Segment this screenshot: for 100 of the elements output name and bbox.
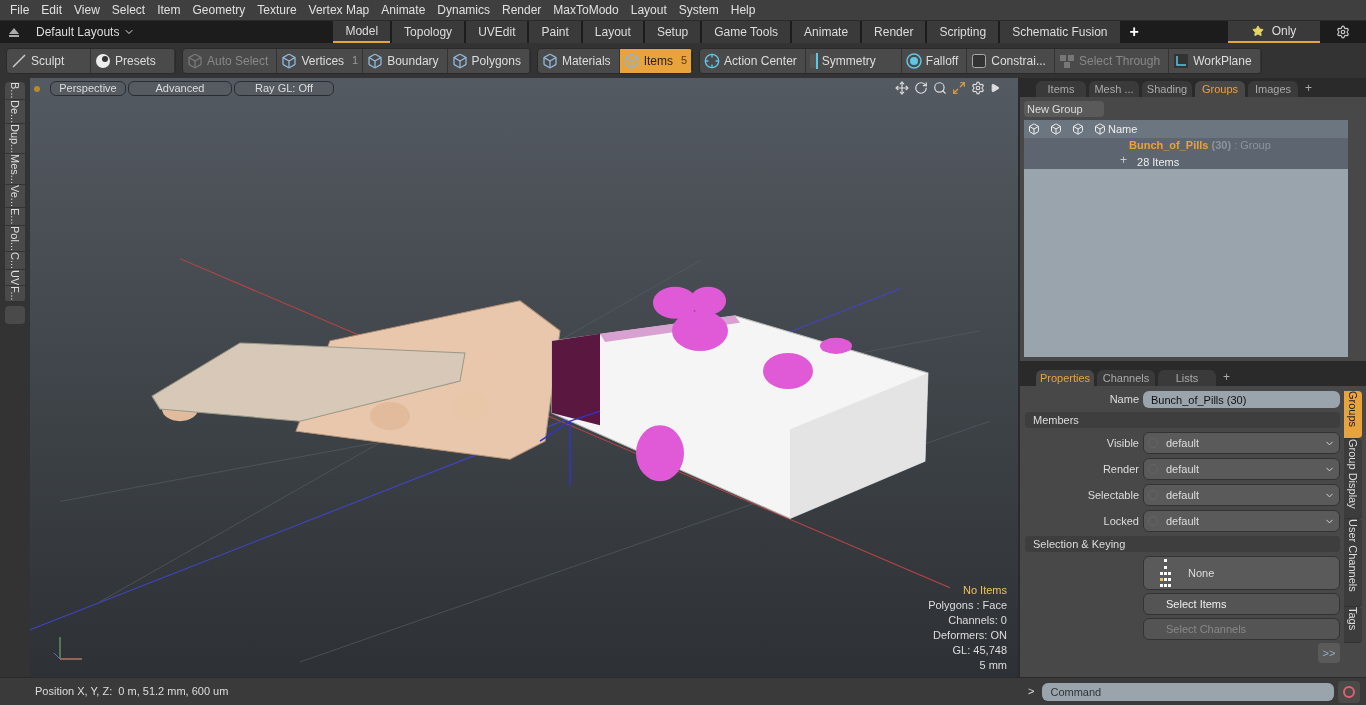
cube-icon <box>623 52 640 69</box>
dropdown[interactable]: default <box>1143 484 1340 506</box>
layout-tab[interactable]: Scripting <box>927 21 999 43</box>
play-icon[interactable] <box>990 83 1000 93</box>
layout-tab[interactable]: Layout <box>582 21 643 43</box>
section-header[interactable]: Members <box>1025 412 1340 428</box>
side-tab[interactable]: Tags <box>1344 607 1362 643</box>
field-label: Visible <box>1105 435 1139 451</box>
add-tab-button[interactable]: + <box>1301 79 1316 97</box>
layout-tab[interactable]: Schematic Fusion <box>1000 21 1120 43</box>
toolbar-button[interactable]: Constrai... <box>967 48 1055 73</box>
menu-item[interactable]: MaxToModo <box>547 1 625 19</box>
toolbar-button[interactable]: Materials <box>537 48 620 73</box>
toolbar-button[interactable]: Vertices 1 <box>277 48 364 73</box>
toolbar-button[interactable]: Sculpt <box>7 48 91 73</box>
layout-tab[interactable]: Animate <box>792 21 861 43</box>
side-tab[interactable]: Pol... <box>5 225 25 252</box>
side-tab[interactable]: Ve... <box>5 185 25 209</box>
panel-tab[interactable]: Shading <box>1142 81 1192 97</box>
layout-tab[interactable]: Setup <box>644 21 701 43</box>
layout-tab[interactable]: UVEdit <box>466 21 528 43</box>
panel-tab[interactable]: Groups <box>1195 81 1245 97</box>
panel-tab[interactable]: Channels <box>1097 370 1155 386</box>
record-button[interactable] <box>1338 680 1361 703</box>
add-tab-button[interactable]: + <box>1121 21 1147 43</box>
search-icon[interactable] <box>933 81 947 95</box>
layout-dropdown[interactable]: Default Layouts <box>36 23 136 41</box>
side-tab[interactable]: Group Display <box>1344 439 1362 519</box>
toolbar-button[interactable]: Presets <box>91 48 175 73</box>
side-tab[interactable]: F... <box>5 286 25 302</box>
dropdown[interactable]: default <box>1143 432 1340 454</box>
section-header[interactable]: Selection & Keying <box>1025 536 1340 552</box>
side-tab[interactable]: De... <box>5 99 25 124</box>
panel-tab[interactable]: Properties <box>1036 370 1094 386</box>
panel-tab[interactable]: Items <box>1036 81 1086 97</box>
command-field[interactable]: Command <box>1042 682 1335 701</box>
layout-tab[interactable]: Game Tools <box>702 21 791 43</box>
viewport-button[interactable]: Ray GL: Off <box>234 81 334 96</box>
expand-icon[interactable] <box>952 81 966 95</box>
only-button[interactable]: Only <box>1228 21 1320 43</box>
workplane-icon <box>1173 52 1190 69</box>
toolbar-button[interactable]: Action Center <box>700 48 806 73</box>
side-tab[interactable]: Groups <box>1344 391 1362 439</box>
action-button[interactable]: Select Items <box>1143 593 1340 615</box>
menu-item[interactable]: Vertex Map <box>302 1 376 19</box>
dropdown[interactable]: default <box>1143 510 1340 532</box>
add-tab-button[interactable]: + <box>1219 368 1234 386</box>
sphere-icon <box>95 52 111 69</box>
target-icon <box>905 52 922 69</box>
toolbar-button[interactable]: WorkPlane <box>1169 48 1261 73</box>
menu-item[interactable]: Edit <box>35 1 69 19</box>
star-icon <box>1251 25 1264 37</box>
viewport-stat: No Items <box>963 583 1007 598</box>
menu-item[interactable]: Select <box>105 1 152 19</box>
layout-tab[interactable]: Paint <box>529 21 581 43</box>
toolbar-button[interactable]: Symmetry <box>805 48 902 73</box>
layout-tab[interactable]: Model <box>333 21 391 43</box>
side-tab[interactable]: UV <box>5 269 25 287</box>
menu-item[interactable]: Animate <box>375 1 432 19</box>
panel-tab[interactable]: Images <box>1248 81 1298 97</box>
toolbar-button[interactable]: Boundary <box>363 48 448 73</box>
menu-item[interactable]: Render <box>496 1 548 19</box>
menu-item[interactable]: View <box>68 1 106 19</box>
new-group-button[interactable]: New Group <box>1024 101 1104 117</box>
viewport-button[interactable]: Perspective <box>50 81 126 96</box>
layout-tab[interactable]: Topology <box>392 21 465 43</box>
menu-item[interactable]: Texture <box>251 1 303 19</box>
menu-item[interactable]: Item <box>151 1 187 19</box>
dropdown[interactable]: default <box>1143 458 1340 480</box>
side-tab[interactable]: B... <box>5 82 25 100</box>
expand-button[interactable]: + <box>1120 150 1127 169</box>
side-tab[interactable]: C... <box>5 251 25 270</box>
toolbar-button[interactable]: Items 5 <box>619 48 693 73</box>
menu-item[interactable]: Layout <box>624 1 673 19</box>
side-tab[interactable]: Dup... <box>5 123 25 155</box>
side-tab[interactable]: E... <box>5 208 25 226</box>
menu-item[interactable]: Help <box>724 1 762 19</box>
settings-icon[interactable] <box>1336 25 1350 39</box>
selection-set-button[interactable]: None <box>1143 556 1340 590</box>
panel-tab[interactable]: Mesh ... <box>1089 81 1139 97</box>
menu-item[interactable]: Geometry <box>186 1 252 19</box>
menu-item[interactable]: Dynamics <box>431 1 496 19</box>
menu-item[interactable]: System <box>672 1 725 19</box>
toolbar-button[interactable]: Falloff <box>901 48 968 73</box>
cube-icon[interactable] <box>1072 123 1084 135</box>
name-field[interactable]: Bunch_of_Pills (30) <box>1143 391 1340 408</box>
side-tab[interactable]: Mes... <box>5 154 25 186</box>
viewport-button[interactable]: Advanced <box>128 81 232 96</box>
side-tab[interactable]: User Channels <box>1344 519 1362 607</box>
rotate-icon[interactable] <box>914 81 928 95</box>
panel-tab[interactable]: Lists <box>1158 370 1216 386</box>
menu-item[interactable]: File <box>4 1 36 19</box>
layout-tab[interactable]: Render <box>862 21 926 43</box>
up-arrow-icon[interactable] <box>8 26 20 38</box>
cube-icon[interactable] <box>1094 123 1106 135</box>
move-icon[interactable] <box>895 81 909 95</box>
settings-icon[interactable] <box>971 81 985 95</box>
column-header[interactable]: Name <box>1108 120 1138 138</box>
toolbar-button[interactable]: Polygons <box>447 48 530 73</box>
count-label: 5 <box>680 53 688 69</box>
